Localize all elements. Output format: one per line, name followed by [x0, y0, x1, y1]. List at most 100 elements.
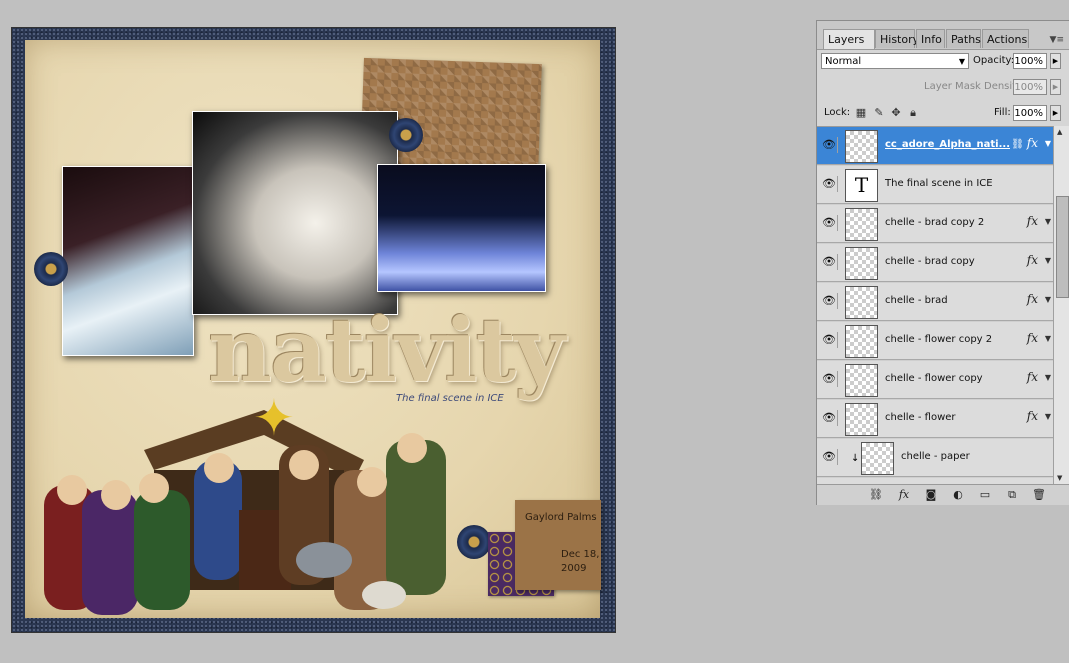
- fill-field[interactable]: 100%: [1013, 105, 1047, 121]
- tag-location: Gaylord Palms: [525, 512, 597, 523]
- layer-name[interactable]: The final scene in ICE: [885, 178, 993, 189]
- layer-row[interactable]: 👁︎ T The final scene in ICE: [817, 166, 1054, 204]
- layer-row[interactable]: 👁︎ chelle - brad copy 2 fx ▼: [817, 205, 1054, 243]
- link-layers-icon[interactable]: ⛓︎: [869, 488, 883, 502]
- layer-name[interactable]: chelle - flower copy 2: [885, 334, 992, 345]
- tab-paths[interactable]: Paths: [946, 29, 981, 48]
- chevron-down-icon: ▼: [958, 57, 965, 66]
- layer-name[interactable]: chelle - paper: [901, 451, 970, 462]
- expand-effects-icon[interactable]: ▼: [1045, 256, 1051, 265]
- effects-icon[interactable]: fx: [1027, 253, 1038, 267]
- visibility-eye-icon[interactable]: 👁︎: [821, 176, 838, 192]
- layer-name[interactable]: chelle - brad: [885, 295, 948, 306]
- expand-effects-icon[interactable]: ▼: [1045, 217, 1051, 226]
- visibility-eye-icon[interactable]: 👁︎: [821, 137, 838, 153]
- layers-list: 👁︎ cc_adore_Alpha_nati... ⛓︎ fx ▼ 👁︎ T T…: [817, 126, 1069, 485]
- layer-name[interactable]: chelle - brad copy: [885, 256, 975, 267]
- panel-menu-icon[interactable]: ▼≡: [1050, 35, 1064, 45]
- layer-thumbnail: [861, 442, 894, 475]
- blend-mode-value: Normal: [825, 56, 862, 67]
- scroll-up-icon[interactable]: ▲: [1057, 128, 1062, 136]
- layer-thumbnail: [845, 286, 878, 319]
- fill-slider-button[interactable]: ▶: [1050, 105, 1061, 121]
- star-ornament: ✦: [253, 389, 295, 447]
- blend-mode-select[interactable]: Normal ▼: [821, 53, 969, 69]
- flower-embellishment: [457, 525, 491, 559]
- visibility-eye-icon[interactable]: 👁︎: [821, 293, 838, 309]
- layer-row[interactable]: 👁︎ chelle - flower copy 2 fx ▼: [817, 322, 1054, 360]
- layers-panel: Layers × History Info Paths Actions ▼≡ N…: [816, 20, 1069, 505]
- clipping-mask-icon: ↓: [851, 453, 860, 464]
- lock-position-icon[interactable]: ✥: [890, 107, 902, 119]
- opacity-slider-button[interactable]: ▶: [1050, 53, 1061, 69]
- visibility-eye-icon[interactable]: 👁︎: [821, 410, 838, 426]
- layer-thumbnail: [845, 247, 878, 280]
- effects-icon[interactable]: fx: [1027, 292, 1038, 306]
- layer-row[interactable]: 👁︎ ↓ chelle - paper: [817, 439, 1054, 477]
- layer-thumbnail: [845, 403, 878, 436]
- effects-icon[interactable]: fx: [1027, 136, 1038, 150]
- visibility-eye-icon[interactable]: 👁︎: [821, 254, 838, 270]
- tag-date: Dec 18, 2009: [561, 548, 599, 576]
- layer-thumbnail: [845, 208, 878, 241]
- scroll-down-icon[interactable]: ▼: [1057, 474, 1062, 482]
- photo-right: [377, 164, 546, 292]
- layer-name[interactable]: cc_adore_Alpha_nati...: [885, 139, 1010, 150]
- flower-embellishment: [34, 252, 68, 286]
- opacity-label: Opacity:: [973, 55, 1015, 66]
- layer-name[interactable]: chelle - brad copy 2: [885, 217, 984, 228]
- expand-effects-icon[interactable]: ▼: [1045, 334, 1051, 343]
- layer-thumbnail: [845, 325, 878, 358]
- photo-left: [62, 166, 194, 356]
- expand-effects-icon[interactable]: ▼: [1045, 139, 1051, 148]
- add-mask-icon[interactable]: ◙: [924, 488, 938, 502]
- add-style-icon[interactable]: fx: [897, 488, 911, 502]
- layer-name[interactable]: chelle - flower copy: [885, 373, 983, 384]
- layer-thumbnail: [845, 130, 878, 163]
- mask-density-slider-button: ▶: [1050, 79, 1061, 95]
- date-tag: Gaylord Palms Dec 18, 2009: [515, 500, 601, 590]
- delete-layer-icon[interactable]: 🗑︎: [1032, 488, 1046, 502]
- effects-icon[interactable]: fx: [1027, 370, 1038, 384]
- opacity-field[interactable]: 100%: [1013, 53, 1047, 69]
- tag-date-year: 2009: [561, 563, 587, 574]
- expand-effects-icon[interactable]: ▼: [1045, 412, 1051, 421]
- lock-transparency-icon[interactable]: ▦: [855, 107, 867, 119]
- photo-center: [192, 111, 398, 315]
- expand-effects-icon[interactable]: ▼: [1045, 373, 1051, 382]
- lock-label: Lock:: [824, 107, 851, 118]
- visibility-eye-icon[interactable]: 👁︎: [821, 332, 838, 348]
- tab-layers[interactable]: Layers ×: [823, 29, 875, 65]
- layers-scrollbar[interactable]: ▲ ▼: [1053, 126, 1069, 484]
- fill-label: Fill:: [994, 107, 1011, 118]
- layer-row[interactable]: 👁︎ chelle - brad copy fx ▼: [817, 244, 1054, 282]
- lock-image-icon[interactable]: ✎: [873, 107, 885, 119]
- layer-row[interactable]: 👁︎ chelle - flower copy fx ▼: [817, 361, 1054, 399]
- scrollbar-thumb[interactable]: [1056, 196, 1069, 298]
- layer-name[interactable]: chelle - flower: [885, 412, 956, 423]
- layer-row[interactable]: 👁︎ cc_adore_Alpha_nati... ⛓︎ fx ▼: [817, 127, 1054, 165]
- tag-date-day: Dec 18,: [561, 549, 600, 560]
- new-group-icon[interactable]: ▭: [978, 488, 992, 502]
- visibility-eye-icon[interactable]: 👁︎: [821, 215, 838, 231]
- effects-icon[interactable]: fx: [1027, 409, 1038, 423]
- link-icon: ⛓︎: [1011, 139, 1024, 150]
- tab-actions[interactable]: Actions: [982, 29, 1029, 48]
- tab-info[interactable]: Info: [916, 29, 945, 48]
- tab-history[interactable]: History: [875, 29, 919, 48]
- lock-all-icon[interactable]: 🔒︎: [907, 107, 919, 119]
- layer-row[interactable]: 👁︎ chelle - brad fx ▼: [817, 283, 1054, 321]
- effects-icon[interactable]: fx: [1027, 331, 1038, 345]
- visibility-eye-icon[interactable]: 👁︎: [821, 371, 838, 387]
- adjustment-layer-icon[interactable]: ◐: [951, 488, 965, 502]
- effects-icon[interactable]: fx: [1027, 214, 1038, 228]
- layer-row[interactable]: 👁︎ chelle - flower fx ▼: [817, 400, 1054, 438]
- mask-density-label: Layer Mask Density: [924, 81, 1023, 92]
- visibility-eye-icon[interactable]: 👁︎: [821, 449, 838, 465]
- tab-label: Layers: [828, 33, 865, 46]
- layer-thumbnail: [845, 364, 878, 397]
- nativity-illustration: [44, 410, 446, 615]
- flower-embellishment: [389, 118, 423, 152]
- new-layer-icon[interactable]: ⧉: [1005, 488, 1019, 502]
- expand-effects-icon[interactable]: ▼: [1045, 295, 1051, 304]
